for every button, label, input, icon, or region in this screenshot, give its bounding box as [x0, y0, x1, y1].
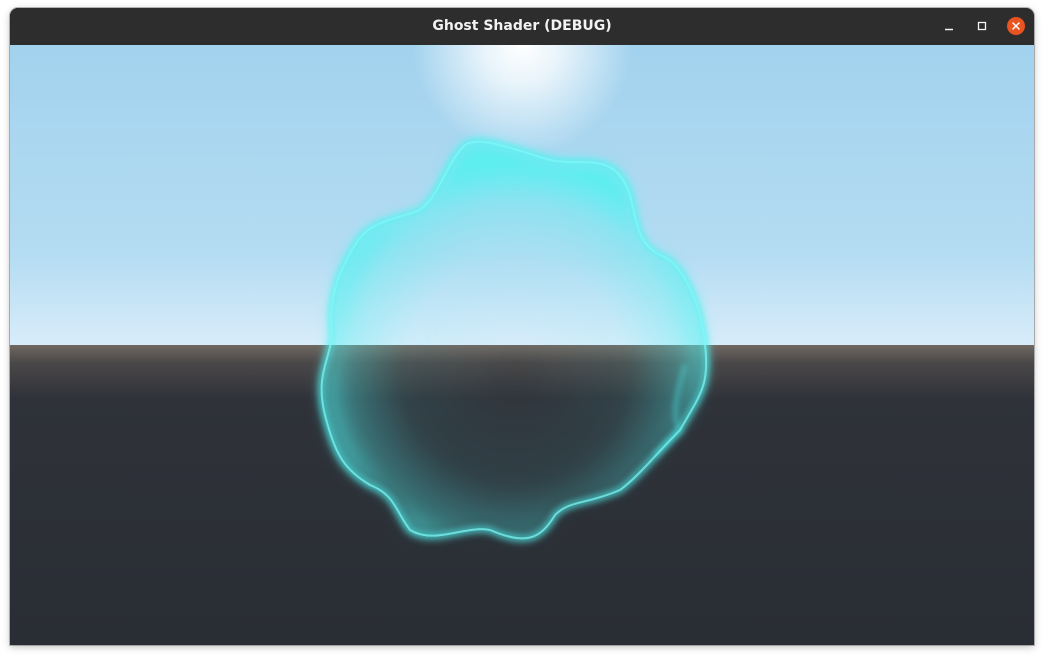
minimize-icon	[945, 28, 953, 31]
minimize-button[interactable]	[940, 17, 958, 35]
render-viewport[interactable]	[10, 45, 1034, 645]
maximize-button[interactable]	[973, 17, 991, 35]
window-title: Ghost Shader (DEBUG)	[432, 18, 612, 34]
app-window: Ghost Shader (DEBUG)	[10, 8, 1034, 645]
sun-glow	[390, 45, 654, 165]
maximize-icon	[977, 21, 987, 31]
close-icon	[1012, 22, 1020, 30]
scene-canvas	[10, 45, 1034, 645]
close-button[interactable]	[1007, 17, 1025, 35]
title-bar[interactable]: Ghost Shader (DEBUG)	[10, 8, 1034, 45]
